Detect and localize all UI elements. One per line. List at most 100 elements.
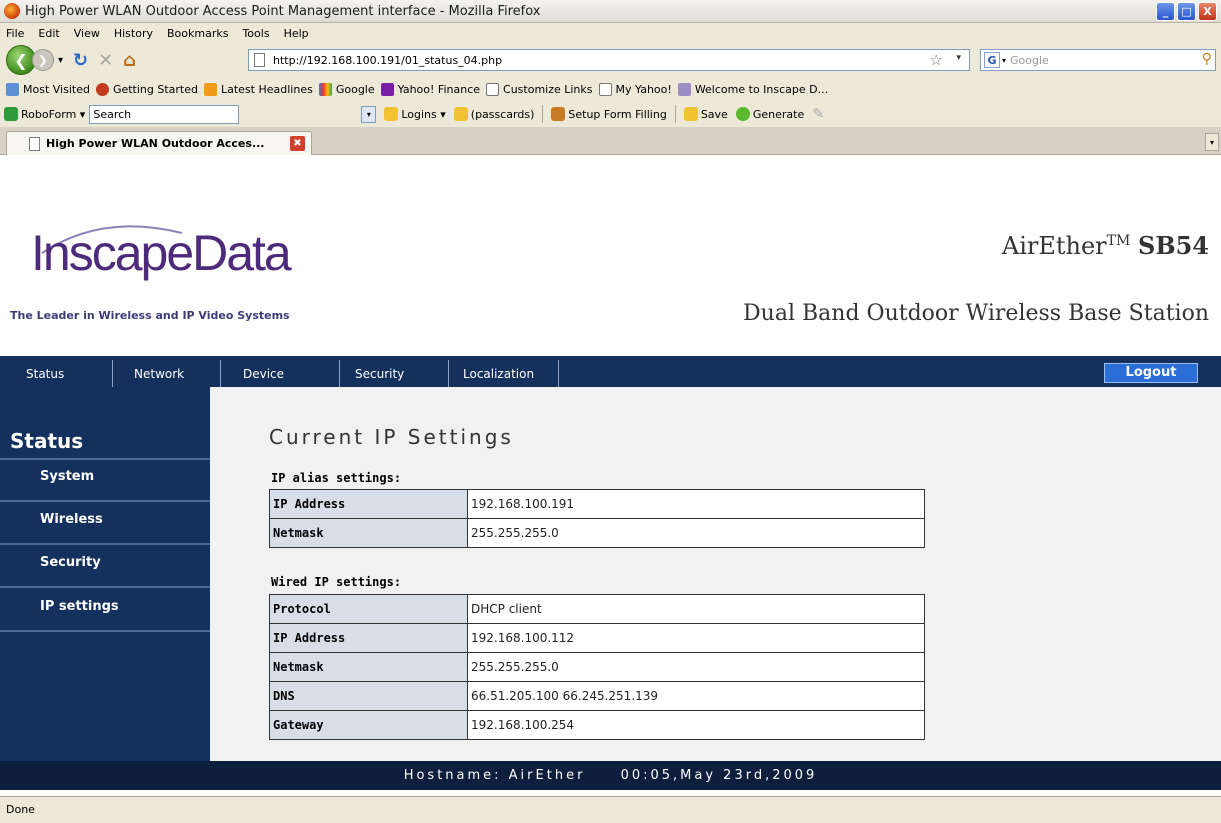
roboform-search-input[interactable]: Search [89,104,240,124]
roboform-menu-button[interactable]: RoboForm ▾ [4,107,85,121]
sidebar-item-ip-settings[interactable]: IP settings [40,599,119,614]
nav-localization[interactable]: Localization [449,360,559,387]
bookmark-label: Yahoo! Finance [397,82,481,96]
bookmark-yahoo-finance[interactable]: Yahoo! Finance [380,82,481,96]
row-key: IP Address [269,623,468,653]
stop-button[interactable]: ✕ [98,50,113,71]
bookmark-welcome-inscape[interactable]: Welcome to Inscape D... [677,82,828,96]
google-bookmark-icon [318,82,332,96]
google-icon[interactable]: G [984,52,1000,68]
bookmark-label: Latest Headlines [221,82,313,96]
search-placeholder: Google [1010,53,1049,67]
table-row: DNS 66.51.205.100 66.245.251.139 [269,681,925,711]
forward-button[interactable]: ❯ [32,49,54,71]
bookmarks-toolbar: Most Visited Getting Started Latest Head… [0,77,1221,101]
tab-list-dropdown-icon[interactable]: ▾ [1205,133,1219,151]
arrow-left-icon: ❮ [14,50,28,70]
menu-view[interactable]: View [74,27,100,40]
nav-network[interactable]: Network [120,360,221,387]
top-navigation: Status Network Device Security Localizat… [0,356,1221,387]
logout-button[interactable]: Logout [1104,363,1198,383]
generate-button[interactable]: Generate [735,107,804,121]
save-label: Save [700,107,728,121]
bookmark-label: Google [335,82,375,96]
logins-button[interactable]: Logins ▾ [384,107,446,121]
person-icon [551,107,566,121]
company-tagline: The Leader in Wireless and IP Video Syst… [10,309,290,322]
passcards-button[interactable]: (passcards) [453,107,535,121]
save-button[interactable]: Save [683,107,728,121]
bookmark-getting-started[interactable]: Getting Started [95,82,198,96]
sidebar-item-security[interactable]: Security [40,555,101,570]
menu-file[interactable]: File [6,27,24,40]
nav-status[interactable]: Status [12,360,113,387]
toolbar-separator [674,105,676,123]
reload-button[interactable]: ↻ [73,50,88,71]
close-window-button[interactable]: X [1198,2,1217,21]
page-footer: Hostname: AirEther 00:05,May 23rd,2009 [0,761,1221,790]
table-row: IP Address 192.168.100.112 [269,623,925,653]
sidebar-item-wireless[interactable]: Wireless [40,512,103,527]
row-value: 192.168.100.254 [467,710,925,740]
table-row: Netmask 255.255.255.0 [269,652,925,682]
page-header: InscapeData The Leader in Wireless and I… [0,155,1221,356]
roboform-search-dropdown[interactable]: ▾ [361,105,377,123]
row-key: Netmask [269,652,468,682]
menu-edit[interactable]: Edit [38,27,59,40]
setup-form-filling-button[interactable]: Setup Form Filling [551,107,667,121]
setup-label: Setup Form Filling [568,107,667,121]
trademark-mark: TM [1106,233,1131,249]
toolbar-separator [542,105,544,123]
search-engine-dropdown-icon[interactable]: ▾ [1002,56,1006,65]
passcards-icon [453,107,468,121]
maximize-button[interactable]: □ [1177,2,1196,21]
sidebar-title: Status [10,429,84,453]
page-heading: Current IP Settings [269,425,514,449]
highlight-icon[interactable]: ✎ [812,106,824,122]
search-input[interactable]: G ▾ Google ⚲ [980,49,1216,71]
inscape-logo: InscapeData [31,225,292,281]
tab-active[interactable]: High Power WLAN Outdoor Acces... ✖ [6,131,312,155]
nav-device[interactable]: Device [229,360,340,387]
menu-tools[interactable]: Tools [242,27,269,40]
bookmark-label: Most Visited [23,82,90,96]
page-content: InscapeData The Leader in Wireless and I… [0,155,1221,796]
search-icon[interactable]: ⚲ [1202,51,1212,67]
page-icon [254,53,265,67]
minimize-button[interactable]: _ [1156,2,1175,21]
yahoo-icon [380,82,394,96]
row-key: IP Address [269,489,468,519]
sidebar-divider [0,586,210,588]
sidebar-divider [0,458,210,460]
url-text: http://192.168.100.191/01_status_04.php [273,53,503,67]
sidebar: Status System Wireless Security IP setti… [0,387,210,761]
sidebar-item-system[interactable]: System [40,469,94,484]
passcards-label: (passcards) [470,107,535,121]
logins-label: Logins [401,107,437,121]
menu-bookmarks[interactable]: Bookmarks [167,27,228,40]
bookmark-latest-headlines[interactable]: Latest Headlines [204,82,313,96]
bookmark-google[interactable]: Google [318,82,375,96]
bookmark-star-icon[interactable]: ☆ [930,51,943,69]
menu-help[interactable]: Help [284,27,309,40]
roboform-label: RoboForm [21,107,77,121]
roboform-icon [4,107,18,121]
window-title: High Power WLAN Outdoor Access Point Man… [25,3,541,19]
history-dropdown-icon[interactable]: ▾ [58,55,63,66]
bookmark-most-visited[interactable]: Most Visited [6,82,90,96]
most-visited-icon [6,82,19,96]
nav-security[interactable]: Security [341,360,449,387]
bookmark-customize-links[interactable]: Customize Links [486,82,593,96]
arrow-right-icon: ❯ [38,53,48,67]
close-tab-icon[interactable]: ✖ [290,136,305,151]
roboform-toolbar: RoboForm ▾ Search ▾ Logins ▾ (passcards)… [0,101,1221,127]
inscape-icon [677,82,691,96]
bookmark-my-yahoo[interactable]: My Yahoo! [598,82,672,96]
url-bar[interactable]: http://192.168.100.191/01_status_04.php … [248,49,970,71]
url-dropdown-icon[interactable]: ▾ [956,53,961,63]
row-value: 255.255.255.0 [467,652,925,682]
ip-alias-label: IP alias settings: [271,471,402,485]
home-button[interactable]: ⌂ [123,50,136,71]
menu-history[interactable]: History [114,27,153,40]
main-panel: Current IP Settings IP alias settings: I… [210,387,1221,761]
